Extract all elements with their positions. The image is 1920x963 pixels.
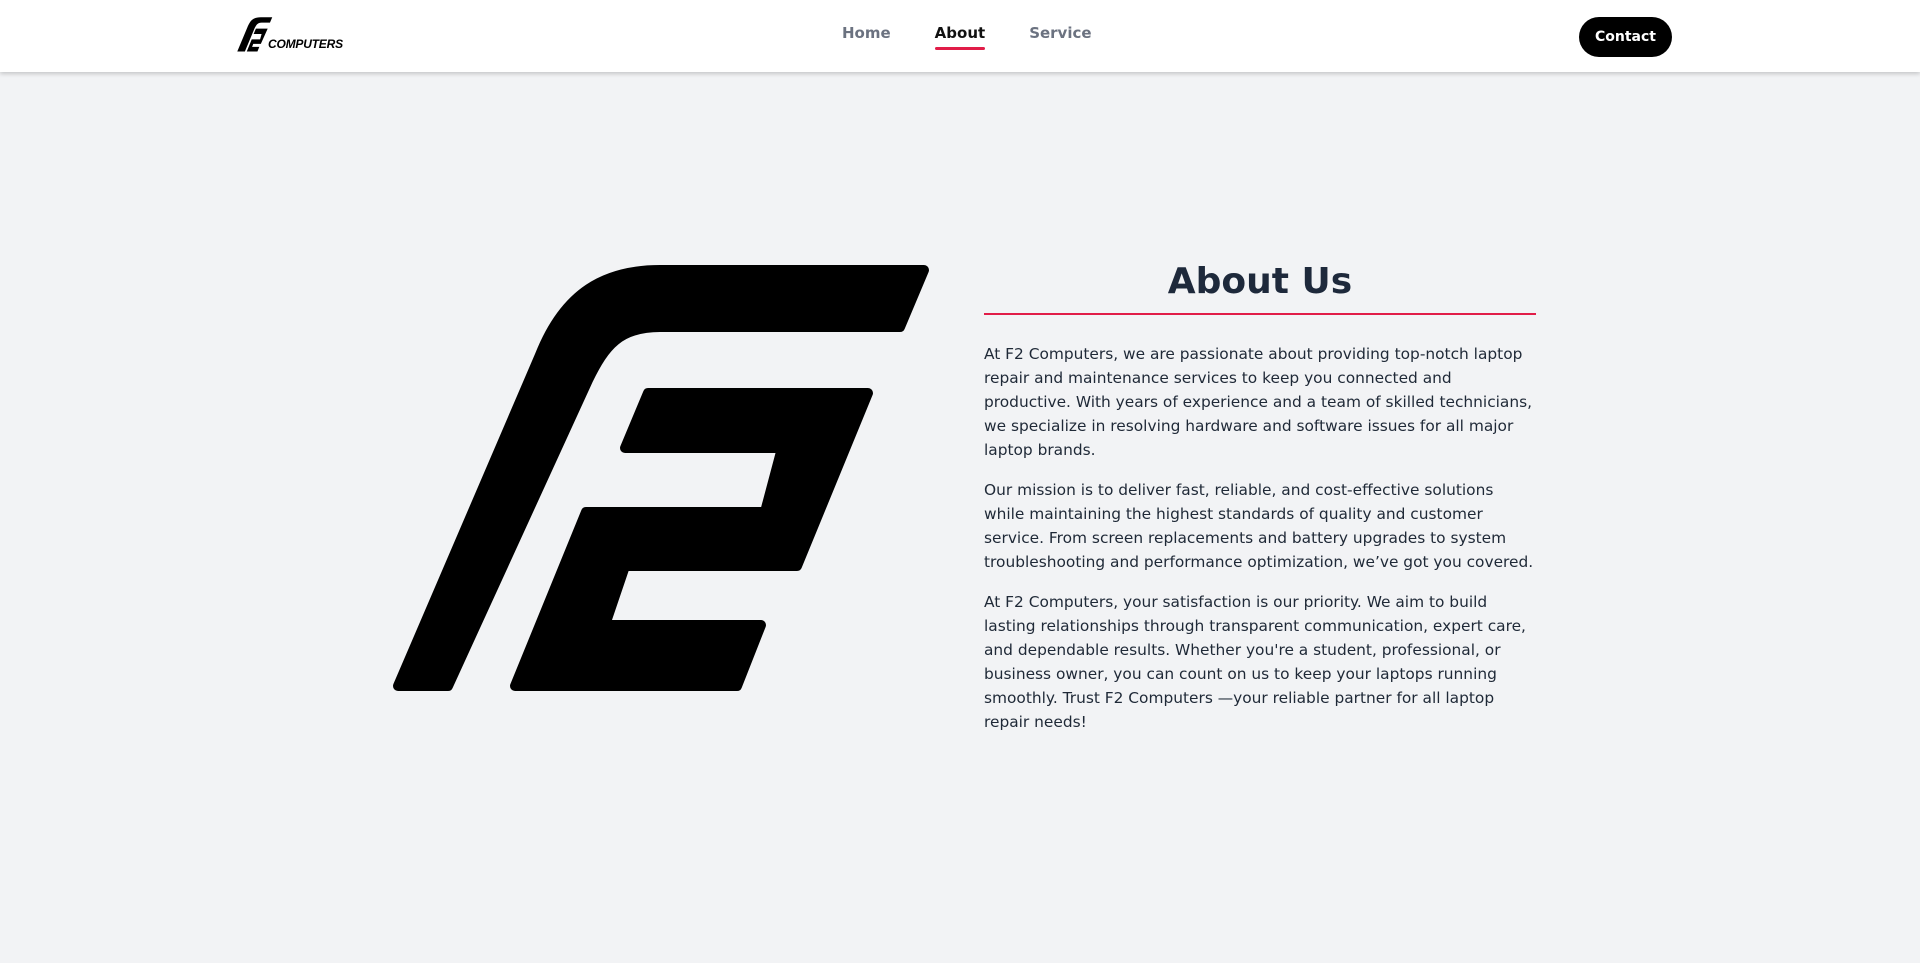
about-paragraph-2: Our mission is to deliver fast, reliable…: [984, 481, 1534, 571]
nav-service[interactable]: Service: [1029, 24, 1091, 48]
nav-about[interactable]: About: [934, 24, 985, 50]
site-header: COMPUTERS Home About Service Contact: [0, 0, 1920, 72]
logo-text: COMPUTERS: [268, 37, 343, 51]
about-title: About Us: [984, 258, 1536, 315]
nav-home[interactable]: Home: [842, 24, 891, 48]
about-paragraph-1: At F2 Computers, we are passionate about…: [984, 345, 1533, 459]
about-paragraph-3: At F2 Computers, your satisfaction is ou…: [984, 593, 1526, 731]
main-nav: Home About Service: [842, 24, 1092, 50]
f2-monogram-icon: [390, 264, 930, 706]
logo-link[interactable]: COMPUTERS: [233, 15, 345, 53]
about-section: About Us At F2 Computers, we are passion…: [984, 258, 1536, 734]
contact-button[interactable]: Contact: [1579, 17, 1672, 57]
